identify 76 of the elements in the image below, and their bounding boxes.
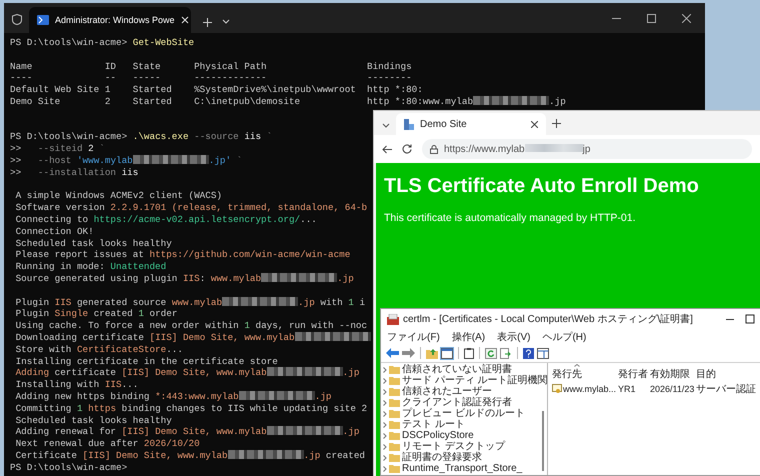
menu-item[interactable]: 表示(V) xyxy=(497,330,530,344)
list-cell[interactable]: www.mylab... xyxy=(563,384,616,394)
terminal-line: Using cache. To force a new order within 1 days, run with --noc xyxy=(16,320,368,332)
terminal-line: Installing certificate in the certificate store xyxy=(16,356,278,368)
column-header[interactable]: 発行先 xyxy=(552,367,618,381)
tree-item[interactable]: 信頼されたユーザー xyxy=(381,386,547,397)
table-cell: http *:80: xyxy=(367,84,423,96)
list-cell[interactable]: サーバー認証 xyxy=(696,382,756,396)
terminal-line: >> --installation iis xyxy=(10,166,138,179)
table-cell: C:\inetpub\demosite xyxy=(194,96,300,108)
terminal-line: Adding renewal for [IIS] Demo Site, www.mylab .jp xyxy=(16,426,360,438)
terminal-line: Downloading certificate [IIS] Demo Site, www.mylab xyxy=(16,332,371,344)
table-header: Bindings xyxy=(367,60,412,72)
terminal-line: Software version 2.2.9.1701 (release, trimmed, standalone, 64-b xyxy=(16,202,368,214)
terminal-line: >> --host 'www.mylab .jp' ` xyxy=(10,154,242,167)
header-rule: ----- xyxy=(132,72,161,84)
table-cell: 2 xyxy=(104,96,110,108)
terminal-line: PS D:\tools\win-acme> Get-WebSite xyxy=(10,37,194,49)
table-header: ID xyxy=(104,60,116,72)
terminal-line: Committing 1 https binding changes to IIS while updating site 2 xyxy=(16,402,368,414)
tree-item[interactable]: DSCPolicyStore xyxy=(381,430,547,441)
tree-item[interactable]: リモート デスクトップ xyxy=(381,441,547,452)
header-rule: -- xyxy=(104,72,116,84)
terminal-line: Certificate [IIS] Demo Site, www.mylab .jp created xyxy=(16,450,365,462)
menu-item[interactable]: ヘルプ(H) xyxy=(542,330,586,344)
table-cell: Started xyxy=(132,96,172,108)
terminal-line: PS D:\tools\win-acme> .\wacs.exe --source iis ` xyxy=(10,131,272,144)
terminal-line: >> --siteid 2 ` xyxy=(10,143,105,155)
terminal-line: Store with CertificateStore... xyxy=(16,344,183,356)
header-rule: ------------- xyxy=(194,72,267,84)
tree-item[interactable]: Runtime_Transport_Store_ xyxy=(381,463,547,474)
header-rule: -------- xyxy=(367,72,412,84)
column-header[interactable]: 発行者 xyxy=(618,367,650,381)
page-heading: TLS Certificate Auto Enroll Demo xyxy=(384,175,700,198)
list-cell[interactable]: 2026/11/23 xyxy=(650,384,696,394)
tree-item[interactable]: 証明書の登録要求 xyxy=(381,452,547,463)
terminal-line: A simple Windows ACMEv2 client (WACS) xyxy=(16,190,222,202)
terminal-line: Next renewal due after 2026/10/20 xyxy=(16,438,200,450)
table-cell: Default Web Site xyxy=(10,84,100,96)
terminal-line: Scheduled task looks healthy xyxy=(16,238,172,250)
table-cell: Demo Site xyxy=(10,96,60,108)
tree-item[interactable]: テスト ルート xyxy=(381,419,547,430)
terminal-line: Source generated using plugin IIS: www.mylab .jp xyxy=(16,272,354,285)
menu-item[interactable]: 操作(A) xyxy=(452,330,486,344)
column-header[interactable]: 有効期限 xyxy=(650,367,696,381)
tree-item[interactable]: プレビュー ビルドのルート xyxy=(381,408,547,419)
terminal-line: Connecting to https://acme-v02.api.letsencrypt.org/... xyxy=(16,214,317,226)
browser-tab[interactable]: Demo Site xyxy=(396,113,546,135)
table-cell: http *:80:www.mylab .jp xyxy=(367,96,566,108)
table-cell: 1 xyxy=(104,84,110,96)
tree-item[interactable]: 信頼されていない証明書 xyxy=(381,364,547,375)
column-header[interactable]: 目的 xyxy=(696,367,716,381)
terminal-line: Connection OK! xyxy=(16,226,94,238)
terminal-line: Adding new https binding *:443:www.mylab .jp xyxy=(16,390,332,403)
tree-item[interactable]: サード パーティ ルート証明機関 xyxy=(381,375,547,386)
table-header: Name xyxy=(10,60,32,72)
terminal-line: Adding certificate [IIS] Demo Site, www.mylab .jp xyxy=(16,367,360,380)
terminal-tab[interactable]: Administrator: Windows Powe xyxy=(29,7,191,33)
terminal-line: Please report issues at https://github.com/win-acme/win-acme xyxy=(16,249,350,262)
table-header: State xyxy=(132,60,161,72)
list-cell[interactable]: YR1 xyxy=(618,384,650,394)
table-cell: Started xyxy=(132,84,172,96)
page-text: This certificate is automatically managed by HTTP-01. xyxy=(384,212,637,224)
terminal-line: Scheduled task looks healthy xyxy=(16,414,172,426)
terminal-line: Running in mode: Unattended xyxy=(16,261,166,273)
terminal-line: Installing with IIS... xyxy=(16,379,138,391)
terminal-line: Plugin Single created 1 order xyxy=(16,308,178,320)
tree-item[interactable]: クライアント認証発行者 xyxy=(381,397,547,408)
header-rule: ---- xyxy=(10,72,32,84)
table-cell: %SystemDrive%\inetpub\wwwroot xyxy=(194,84,356,96)
terminal-line: Plugin IIS generated source www.mylab .jp with 1 i xyxy=(16,296,366,308)
address-bar[interactable]: https://www.mylab jp xyxy=(422,139,752,159)
window-title: certlm - [Certificates - Local Computer\Web ホスティング\証明書] xyxy=(403,312,694,326)
menu-item[interactable]: ファイル(F) xyxy=(387,330,440,344)
terminal-line: PS D:\tools\win-acme> xyxy=(10,462,128,474)
table-header: Physical Path xyxy=(194,60,267,72)
